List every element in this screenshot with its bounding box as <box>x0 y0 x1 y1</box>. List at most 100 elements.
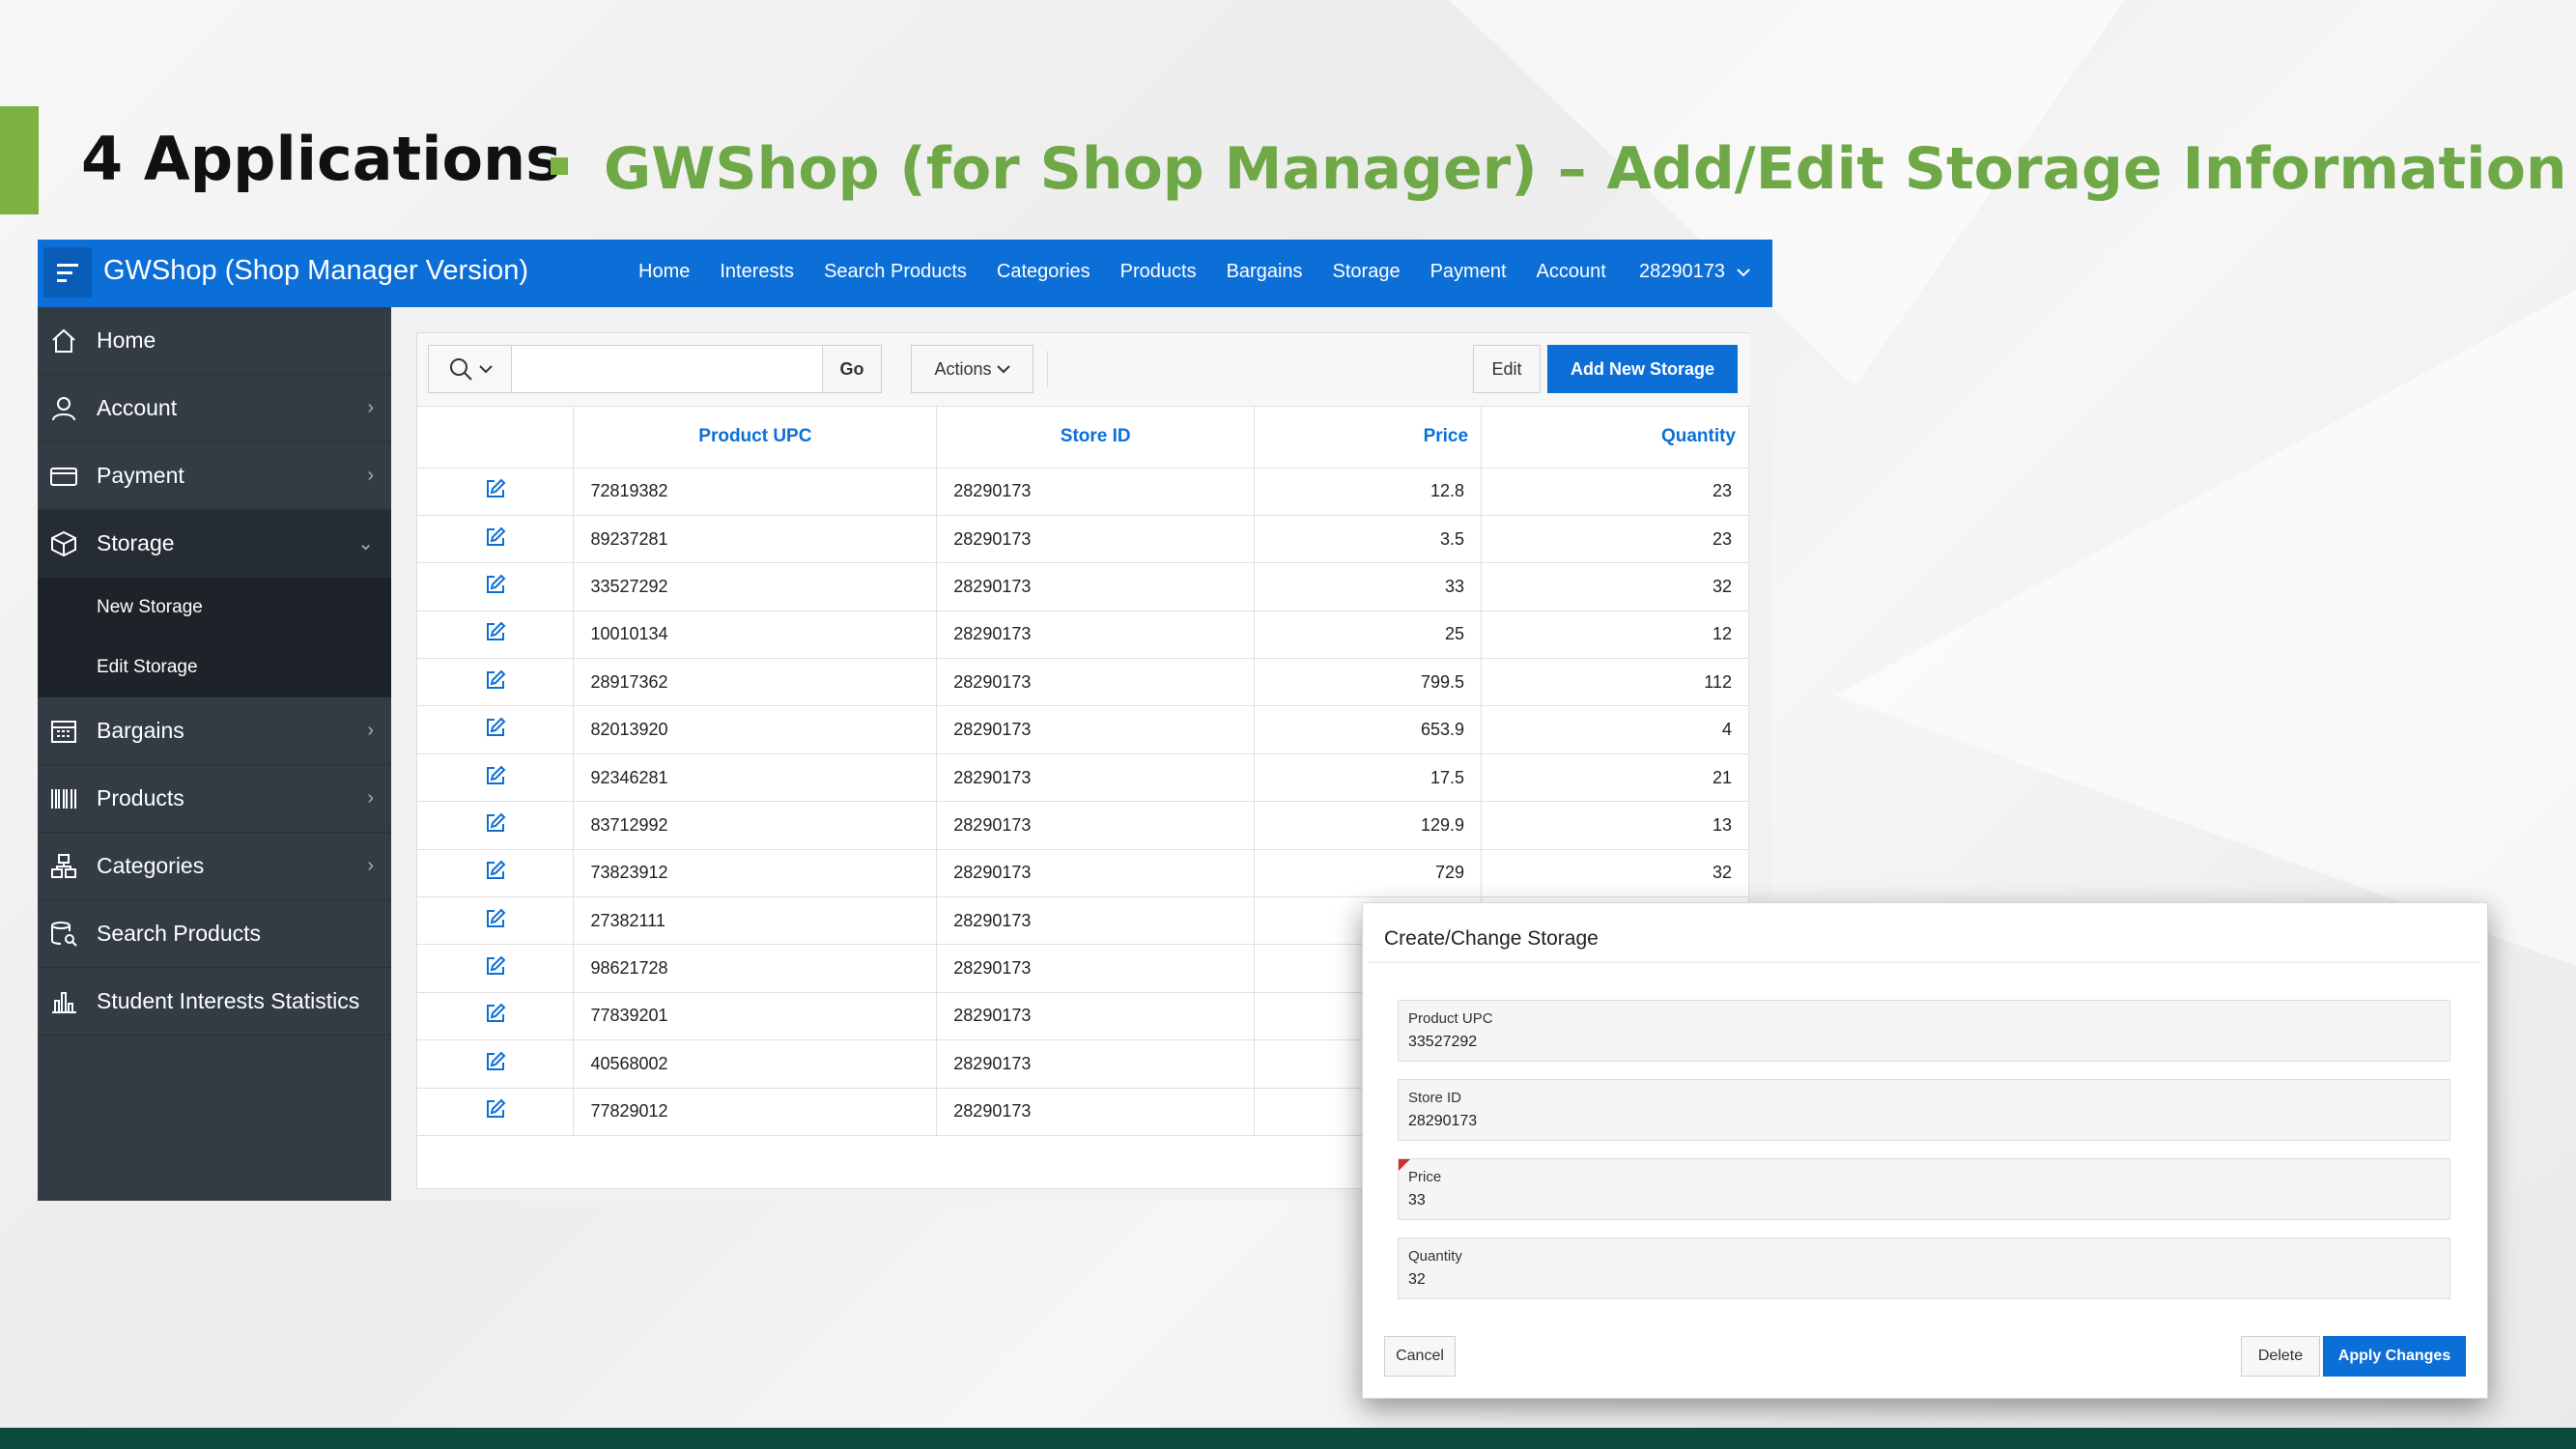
field-value: 28290173 <box>1408 1113 1478 1129</box>
topnav-payment[interactable]: Payment <box>1430 261 1507 283</box>
row-edit-link[interactable] <box>417 562 575 611</box>
cell-price: 799.5 <box>1254 658 1483 707</box>
column-header-store-id[interactable]: Store ID <box>936 407 1256 469</box>
sidebar-item-home[interactable]: Home <box>38 307 391 375</box>
bullet-icon <box>551 157 568 175</box>
sidebar-subitem-new-storage[interactable]: New Storage <box>38 578 391 638</box>
edit-icon <box>486 955 506 976</box>
topnav-interests[interactable]: Interests <box>720 261 794 283</box>
calendar-icon <box>51 721 76 743</box>
cell-price: 25 <box>1254 611 1483 660</box>
row-edit-link[interactable] <box>417 896 575 946</box>
cell-store-id: 28290173 <box>936 801 1256 850</box>
field-value: 33527292 <box>1408 1034 1478 1050</box>
barcode-icon <box>51 789 76 809</box>
price-field[interactable]: Price 33 <box>1398 1158 2450 1220</box>
cell-store-id: 28290173 <box>936 1039 1256 1089</box>
row-edit-link[interactable] <box>417 801 575 850</box>
edit-icon <box>486 478 506 498</box>
sidebar-item-storage[interactable]: Storage ⌄ <box>38 510 391 578</box>
cell-quantity: 4 <box>1481 705 1749 754</box>
sidebar-subitem-edit-storage[interactable]: Edit Storage <box>38 638 391 697</box>
cell-store-id: 28290173 <box>936 705 1256 754</box>
row-edit-link[interactable] <box>417 992 575 1041</box>
background-facet <box>1835 290 2576 966</box>
quantity-field[interactable]: Quantity 32 <box>1398 1237 2450 1299</box>
sidebar-item-account[interactable]: Account › <box>38 375 391 442</box>
cell-price: 12.8 <box>1254 468 1483 516</box>
cell-price: 129.9 <box>1254 801 1483 850</box>
table-row: 89237281 28290173 3.5 23 <box>417 515 1749 564</box>
edit-icon <box>486 1004 506 1023</box>
cancel-button[interactable]: Cancel <box>1384 1336 1456 1377</box>
cell-product-upc: 77829012 <box>573 1088 938 1136</box>
store-id-field[interactable]: Store ID 28290173 <box>1398 1079 2450 1141</box>
hierarchy-icon <box>51 854 76 878</box>
column-header-quantity[interactable]: Quantity <box>1481 407 1749 469</box>
row-edit-link[interactable] <box>417 1088 575 1136</box>
edit-icon <box>486 526 506 546</box>
toolbar-divider <box>1047 351 1048 387</box>
chevron-right-icon: › <box>367 397 374 418</box>
add-new-storage-button[interactable]: Add New Storage <box>1547 345 1738 393</box>
search-input[interactable] <box>512 346 823 392</box>
cell-price: 653.9 <box>1254 705 1483 754</box>
slide-title: 4 Applications <box>81 124 562 194</box>
row-edit-link[interactable] <box>417 944 575 993</box>
row-edit-link[interactable] <box>417 1039 575 1089</box>
sidebar-item-categories[interactable]: Categories › <box>38 833 391 900</box>
dialog-divider <box>1369 961 2481 963</box>
row-edit-link[interactable] <box>417 658 575 707</box>
cell-product-upc: 92346281 <box>573 753 938 803</box>
cell-product-upc: 27382111 <box>573 896 938 946</box>
hamburger-menu-icon[interactable] <box>43 247 92 298</box>
row-edit-link[interactable] <box>417 753 575 803</box>
sidebar-item-label: Home <box>97 327 156 353</box>
column-header-price[interactable]: Price <box>1254 407 1483 469</box>
row-edit-link[interactable] <box>417 468 575 516</box>
user-id: 28290173 <box>1639 261 1725 282</box>
search-column-button[interactable] <box>429 346 512 392</box>
user-icon <box>52 397 75 421</box>
topnav-products[interactable]: Products <box>1120 261 1197 283</box>
topnav-storage[interactable]: Storage <box>1333 261 1401 283</box>
home-icon <box>52 328 75 353</box>
topnav-categories[interactable]: Categories <box>997 261 1090 283</box>
credit-card-icon <box>50 468 77 486</box>
cell-store-id: 28290173 <box>936 992 1256 1041</box>
actions-label: Actions <box>934 358 992 379</box>
column-header-product-upc[interactable]: Product UPC <box>573 407 938 469</box>
sidebar-item-student-interests-statistics[interactable]: Student Interests Statistics <box>38 968 391 1036</box>
cell-quantity: 112 <box>1481 658 1749 707</box>
sidebar-item-label: Bargains <box>97 718 184 743</box>
row-edit-link[interactable] <box>417 705 575 754</box>
topnav-account[interactable]: Account <box>1537 261 1606 283</box>
go-button[interactable]: Go <box>823 346 881 392</box>
footer-bar <box>0 1428 2576 1449</box>
cell-store-id: 28290173 <box>936 944 1256 993</box>
row-edit-link[interactable] <box>417 611 575 660</box>
delete-button[interactable]: Delete <box>2241 1336 2320 1377</box>
app-title: GWShop (Shop Manager Version) <box>103 255 529 286</box>
row-edit-link[interactable] <box>417 849 575 898</box>
actions-button[interactable]: Actions <box>911 345 1033 393</box>
edit-icon <box>486 1098 506 1119</box>
sidebar-item-search-products[interactable]: Search Products <box>38 900 391 968</box>
product-upc-field[interactable]: Product UPC 33527292 <box>1398 1000 2450 1062</box>
search-icon <box>449 358 472 381</box>
sidebar-item-payment[interactable]: Payment › <box>38 442 391 510</box>
sidebar-item-bargains[interactable]: Bargains › <box>38 697 391 765</box>
create-change-storage-dialog: Create/Change Storage Product UPC 335272… <box>1362 902 2488 1399</box>
topnav-search-products[interactable]: Search Products <box>824 261 967 283</box>
cell-quantity: 23 <box>1481 468 1749 516</box>
cell-product-upc: 28917362 <box>573 658 938 707</box>
apply-changes-button[interactable]: Apply Changes <box>2323 1336 2466 1377</box>
edit-column-header <box>417 407 575 469</box>
topnav-bargains[interactable]: Bargains <box>1227 261 1303 283</box>
row-edit-link[interactable] <box>417 515 575 564</box>
user-menu[interactable]: 28290173 <box>1639 261 1750 283</box>
edit-button[interactable]: Edit <box>1473 345 1541 393</box>
topnav-home[interactable]: Home <box>638 261 690 283</box>
sidebar-item-products[interactable]: Products › <box>38 765 391 833</box>
sidebar-item-label: Payment <box>97 463 184 488</box>
